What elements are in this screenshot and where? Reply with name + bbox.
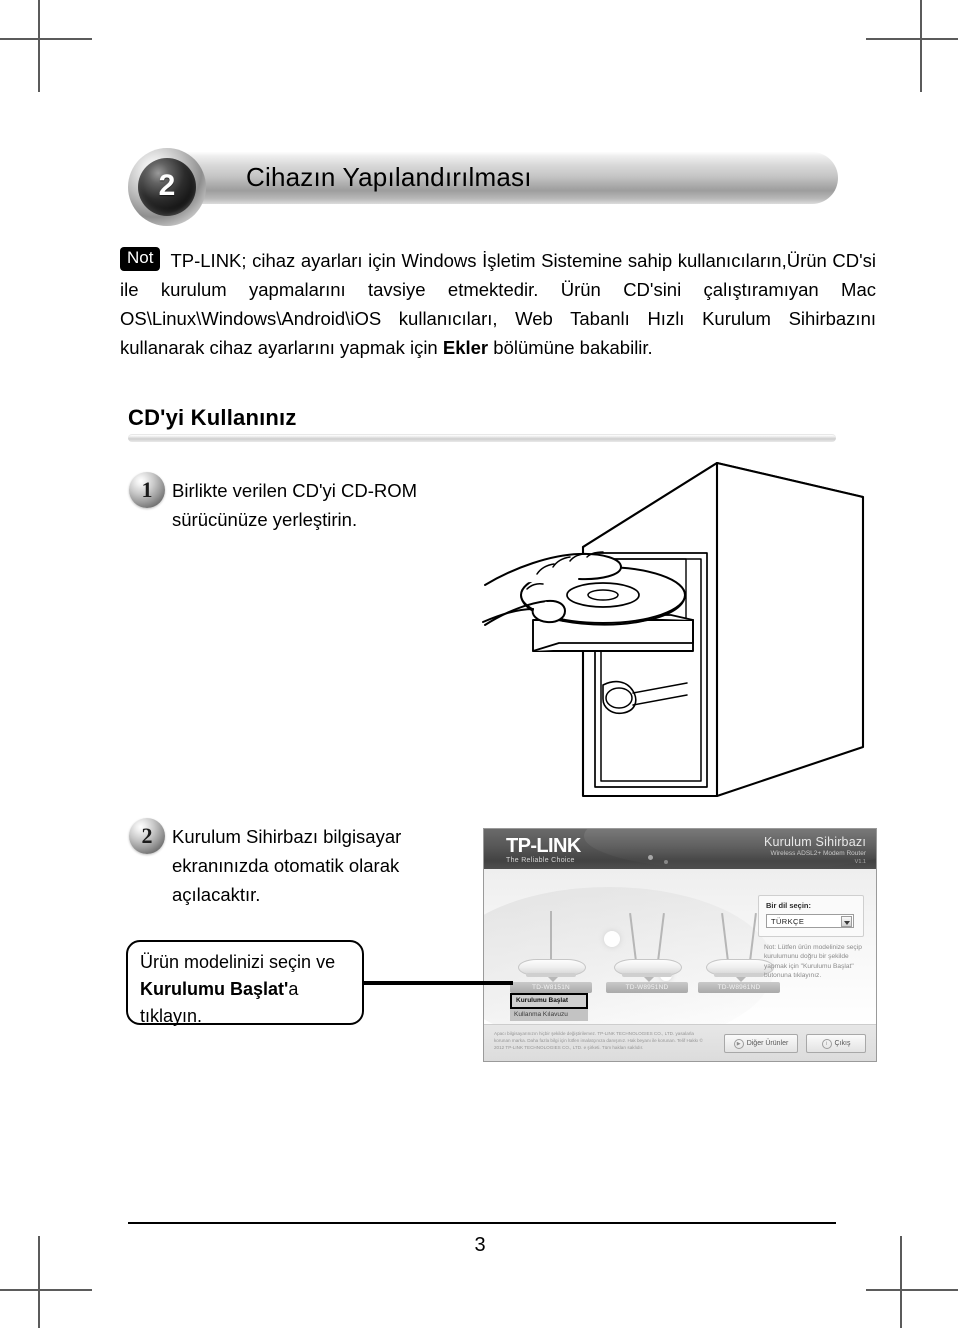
section-title: Cihazın Yapılandırılması (246, 162, 532, 192)
router-antenna-icon (550, 911, 552, 961)
section-number: 2 (158, 169, 176, 202)
cd-section-divider (128, 434, 836, 442)
other-products-button[interactable]: ▶ Diğer Ürünler (724, 1034, 798, 1053)
crop-mark-bottom-left-horizontal (0, 1289, 92, 1291)
start-setup-menu-item[interactable]: Kurulumu Başlat (510, 993, 588, 1009)
header-dot-2-icon (664, 860, 668, 864)
callout-text-part1: Ürün modelinizi seçin ve (140, 952, 336, 972)
router-antenna-icon (657, 913, 665, 961)
wizard-instruction-note: Not: Lütfen ürün modelinize seçip kurulu… (764, 944, 862, 980)
wizard-header: TP-LINK The Reliable Choice Kurulum Sihi… (484, 829, 876, 869)
setup-wizard-screenshot: TP-LINK The Reliable Choice Kurulum Sihi… (483, 828, 877, 1062)
crop-mark-top-left-horizontal (0, 38, 92, 40)
tp-link-logo: TP-LINK The Reliable Choice (506, 836, 581, 864)
note-badge: Not (120, 247, 161, 271)
page-number: 3 (474, 1234, 486, 1256)
router-option-1[interactable]: TD-W8151N (506, 911, 596, 993)
crop-mark-bottom-right-horizontal (866, 1289, 958, 1291)
router-action-menu: Kurulumu Başlat Kullanma Kılavuzu (510, 993, 588, 1021)
note-block: Not TP-LINK; cihaz ayarları için Windows… (120, 246, 876, 362)
callout-text: Ürün modelinizi seçin ve Kurulumu Başlat… (140, 949, 350, 1030)
callout-box: Ürün modelinizi seçin ve Kurulumu Başlat… (126, 940, 364, 1026)
router-model-label: TD-W8951ND (606, 982, 688, 993)
language-select[interactable]: TÜRKÇE (766, 914, 854, 928)
language-selected-value: TÜRKÇE (771, 917, 805, 926)
router-antenna-icon (749, 913, 757, 961)
wizard-footer: Apacı bilgisayarınızın hiçbir şekilde de… (484, 1024, 876, 1061)
exit-label: Çıkış (834, 1040, 851, 1047)
wizard-version: V1.1 (854, 859, 866, 865)
exit-button[interactable]: i Çıkış (806, 1034, 866, 1053)
step-2-badge: 2 (129, 818, 165, 854)
router-model-label: TD-W8961ND (698, 982, 780, 993)
cd-drive-illustration (455, 455, 870, 800)
step-1-badge: 1 (129, 472, 165, 508)
step-2-text: Kurulum Sihirbazı bilgisayar ekranınızda… (172, 826, 402, 905)
info-icon: i (821, 1038, 832, 1049)
callout-connector-line (363, 981, 513, 985)
crop-mark-top-left-vertical (38, 0, 40, 92)
other-products-label: Diğer Ürünler (746, 1040, 789, 1047)
user-guide-menu-item[interactable]: Kullanma Kılavuzu (510, 1009, 588, 1021)
chevron-down-icon[interactable] (841, 916, 852, 927)
footer-divider (128, 1222, 836, 1224)
step-2-number: 2 (141, 822, 153, 848)
wizard-title-group: Kurulum Sihirbazı Wireless ADSL2+ Modem … (764, 835, 866, 866)
wizard-title: Kurulum Sihirbazı (763, 835, 866, 849)
language-panel: Bir dil seçin: TÜRKÇE (758, 895, 864, 937)
step-1-number: 1 (141, 476, 153, 502)
crop-mark-top-right-horizontal (866, 38, 958, 40)
cd-section-heading: CD'yi Kullanınız (128, 405, 297, 430)
note-text-emphasis: Ekler (442, 337, 489, 358)
language-label: Bir dil seçin: (766, 901, 812, 910)
arrow-icon: ▶ (733, 1038, 744, 1049)
note-text-part2: bölümüne bakabilir. (488, 337, 653, 358)
section-badge-sphere: 2 (138, 158, 196, 216)
crop-mark-top-right-vertical (920, 0, 922, 92)
router-antenna-icon (629, 913, 637, 961)
section-header: Cihazın Yapılandırılması 2 (128, 148, 838, 226)
step-1-text: Birlikte verilen CD'yi CD-ROM sürücünüze… (172, 480, 418, 530)
router-antenna-icon (721, 913, 729, 961)
header-dot-1-icon (648, 855, 653, 860)
section-number-badge: 2 (128, 148, 206, 226)
wizard-subtitle: Wireless ADSL2+ Modem Router (770, 850, 866, 857)
router-option-2[interactable]: TD-W8951ND (602, 911, 692, 993)
legal-text: Apacı bilgisayarınızın hiçbir şekilde de… (494, 1031, 703, 1050)
callout-text-emphasis: Kurulumu Başlat' (140, 979, 289, 999)
note-text: TP-LINK; cihaz ayarları için Windows İşl… (120, 246, 876, 362)
wizard-body: TD-W8151N TD-W8951ND TD-W8961ND Kurulumu… (484, 869, 876, 1025)
brand-tagline: The Reliable Choice (506, 857, 575, 864)
brand-name: TP-LINK (506, 835, 581, 857)
router-model-label: TD-W8151N (510, 982, 592, 993)
